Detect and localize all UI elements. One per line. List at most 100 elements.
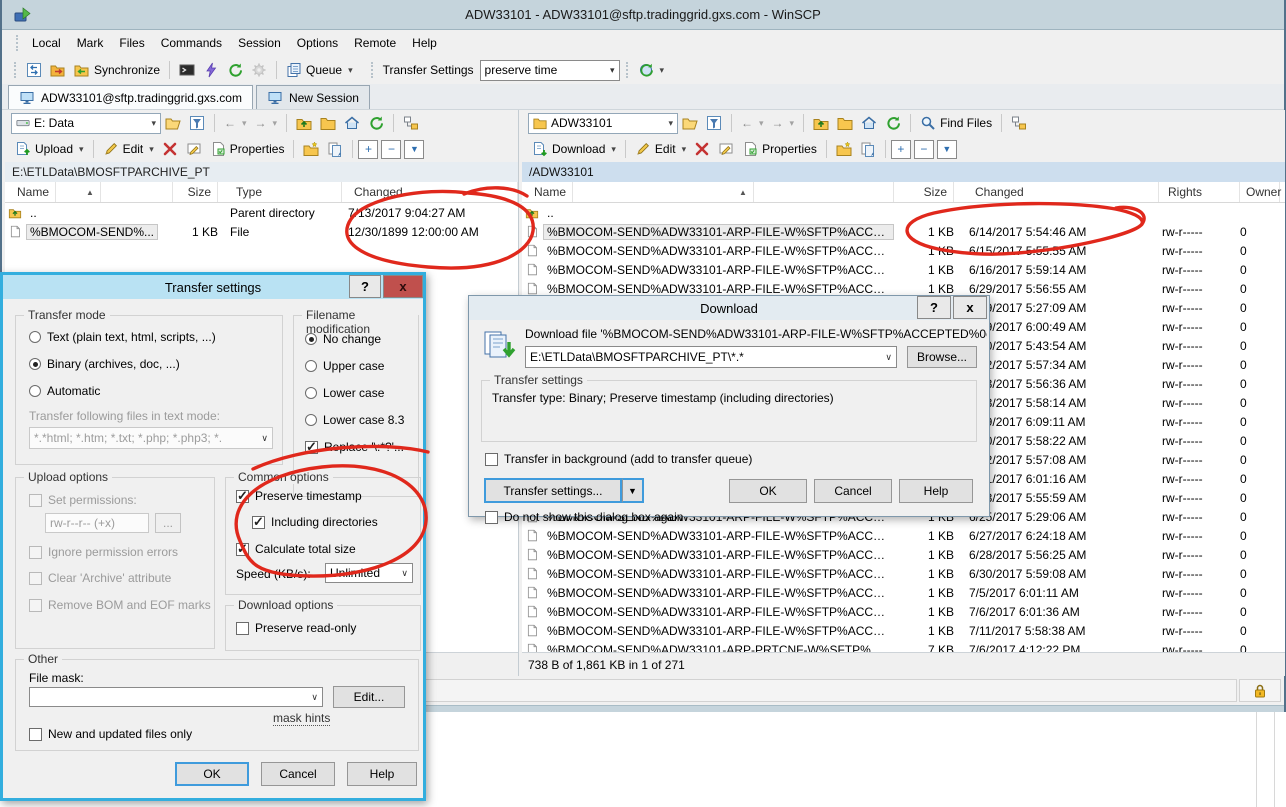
remote-edit-button[interactable]: Edit▾	[631, 138, 690, 160]
remote-delete-button[interactable]	[690, 138, 714, 160]
column-header-name[interactable]: Name▲	[5, 182, 173, 202]
local-new-file-button[interactable]	[323, 138, 347, 160]
download-button[interactable]: Download▾	[528, 138, 620, 160]
checkbox-set-permissions[interactable]: Set permissions:	[29, 493, 137, 507]
close-icon[interactable]: x	[383, 275, 423, 298]
local-new-folder-button[interactable]	[299, 138, 323, 160]
local-selection-filter-button[interactable]: ▼	[404, 140, 424, 159]
browse-button[interactable]: Browse...	[907, 346, 977, 368]
checkbox-clear-archive[interactable]: Clear 'Archive' attribute	[29, 571, 171, 585]
remote-file-row[interactable]: %BMOCOM-SEND%ADW33101-ARP-FILE-W%SFTP%AC…	[522, 222, 1285, 241]
remote-open-directory-button[interactable]	[678, 112, 702, 134]
menu-local[interactable]: Local	[24, 32, 69, 54]
mask-hints-link[interactable]: mask hints	[273, 711, 330, 726]
checkbox-transfer-background[interactable]: Transfer in background (add to transfer …	[485, 452, 752, 466]
remote-home-directory-button[interactable]	[857, 112, 881, 134]
local-back-button[interactable]: ←▾	[220, 113, 251, 133]
local-network-button[interactable]	[399, 112, 423, 134]
menu-files[interactable]: Files	[111, 32, 152, 54]
checkbox-replace-chars[interactable]: Replace '\:*?'...	[305, 440, 404, 454]
target-path-combo[interactable]: E:\ETLData\BMOSFTPARCHIVE_PT\*.*∨	[525, 346, 897, 368]
remote-file-row[interactable]: %BMOCOM-SEND%ADW33101-ARP-FILE-W%SFTP%AC…	[522, 526, 1285, 545]
remote-file-row[interactable]: %BMOCOM-SEND%ADW33101-ARP-PRTCNF-W%SFTP%…	[522, 640, 1285, 652]
help-button[interactable]: ?	[917, 296, 951, 319]
remote-file-row[interactable]: %BMOCOM-SEND%ADW33101-ARP-FILE-W%SFTP%AC…	[522, 564, 1285, 583]
remote-directory-combo[interactable]: ADW33101 ▾	[528, 113, 678, 134]
text-mode-files-combo[interactable]: *.*html; *.htm; *.txt; *.php; *.php3; *.…	[29, 427, 273, 449]
remote-path-bar[interactable]: /ADW33101	[522, 162, 1285, 182]
file-mask-combo[interactable]: ∨	[29, 687, 323, 707]
speed-combo[interactable]: Unlimited∨	[325, 563, 413, 583]
remote-back-button[interactable]: ←▾	[737, 113, 768, 133]
local-open-directory-button[interactable]	[161, 112, 185, 134]
remote-new-file-button[interactable]	[856, 138, 880, 160]
synchronize-put-button[interactable]	[46, 59, 70, 81]
column-header-size[interactable]: Size	[173, 182, 218, 202]
remote-file-row[interactable]: %BMOCOM-SEND%ADW33101-ARP-FILE-W%SFTP%AC…	[522, 545, 1285, 564]
local-unselect-button[interactable]: −	[381, 140, 401, 159]
local-path-bar[interactable]: E:\ETLData\BMOSFTPARCHIVE_PT	[5, 162, 518, 182]
local-file-row[interactable]: %BMOCOM-SEND%... 1 KB File 12/30/1899 12…	[5, 222, 518, 241]
remote-new-folder-button[interactable]	[832, 138, 856, 160]
transfer-settings-split-button[interactable]: Transfer settings...	[484, 478, 622, 503]
local-properties-button[interactable]: Properties	[206, 138, 289, 160]
checkbox-dont-show-again[interactable]: Do not show this dialog box again	[485, 510, 683, 524]
tab-session-adw33101[interactable]: ADW33101@sftp.tradinggrid.gxs.com	[8, 85, 253, 109]
column-header-type[interactable]: Type	[230, 182, 342, 202]
checkbox-preserve-timestamp[interactable]: Preserve timestamp	[236, 489, 362, 503]
remote-filter-button[interactable]	[702, 112, 726, 134]
cancel-button[interactable]: Cancel	[261, 762, 335, 786]
remote-forward-button[interactable]: →▾	[768, 113, 799, 133]
ok-button[interactable]: OK	[175, 762, 249, 786]
remote-parent-directory-button[interactable]	[809, 112, 833, 134]
radio-upper-case[interactable]: Upper case	[305, 359, 384, 373]
remote-rename-button[interactable]	[714, 138, 738, 160]
local-rename-button[interactable]	[182, 138, 206, 160]
transfer-settings-combo[interactable]: preserve time▾	[480, 60, 620, 81]
transfer-settings-dropdown[interactable]: ▼	[622, 478, 644, 503]
remote-unselect-button[interactable]: −	[914, 140, 934, 159]
local-root-directory-button[interactable]	[316, 112, 340, 134]
synchronize-browsing-button[interactable]: ▾	[634, 59, 669, 81]
permissions-browse-button[interactable]: ...	[155, 513, 181, 533]
synchronize-button[interactable]: Synchronize	[70, 59, 164, 81]
close-icon[interactable]: x	[953, 296, 987, 319]
checkbox-remove-bom[interactable]: Remove BOM and EOF marks	[29, 598, 211, 612]
help-button[interactable]: ?	[349, 275, 381, 298]
local-refresh-button[interactable]	[364, 112, 388, 134]
column-header-name[interactable]: Name▲	[522, 182, 894, 202]
menu-options[interactable]: Options	[289, 32, 346, 54]
column-header-changed[interactable]: Changed	[348, 182, 518, 202]
open-console-button[interactable]	[175, 59, 199, 81]
ok-button[interactable]: OK	[729, 479, 807, 503]
local-delete-button[interactable]	[158, 138, 182, 160]
checkbox-new-updated-only[interactable]: New and updated files only	[29, 727, 192, 741]
remote-refresh-button[interactable]	[881, 112, 905, 134]
edit-mask-button[interactable]: Edit...	[333, 686, 405, 708]
remote-file-row[interactable]: %BMOCOM-SEND%ADW33101-ARP-FILE-W%SFTP%AC…	[522, 260, 1285, 279]
remote-file-row[interactable]: %BMOCOM-SEND%ADW33101-ARP-FILE-W%SFTP%AC…	[522, 241, 1285, 260]
column-header-size[interactable]: Size	[894, 182, 954, 202]
queue-button[interactable]: Queue▾	[282, 59, 357, 81]
remote-file-row[interactable]: %BMOCOM-SEND%ADW33101-ARP-FILE-W%SFTP%AC…	[522, 583, 1285, 602]
local-home-directory-button[interactable]	[340, 112, 364, 134]
permissions-field[interactable]: rw-r--r-- (+x)	[45, 513, 149, 533]
radio-lower-case[interactable]: Lower case	[305, 386, 384, 400]
upload-button[interactable]: Upload▾	[11, 138, 88, 160]
checkbox-ignore-permission-errors[interactable]: Ignore permission errors	[29, 545, 178, 559]
remote-selection-filter-button[interactable]: ▼	[937, 140, 957, 159]
remote-file-row[interactable]: %BMOCOM-SEND%ADW33101-ARP-FILE-W%SFTP%AC…	[522, 621, 1285, 640]
column-header-owner[interactable]: Owner	[1240, 182, 1280, 202]
dialog-title-bar[interactable]: Download	[469, 296, 989, 320]
menu-commands[interactable]: Commands	[153, 32, 230, 54]
cancel-button[interactable]: Cancel	[814, 479, 892, 503]
radio-text-mode[interactable]: Text (plain text, html, scripts, ...)	[29, 330, 216, 344]
local-edit-button[interactable]: Edit▾	[99, 138, 158, 160]
tab-new-session[interactable]: New Session	[256, 85, 370, 109]
menu-mark[interactable]: Mark	[69, 32, 112, 54]
menu-session[interactable]: Session	[230, 32, 289, 54]
remote-network-button[interactable]	[1007, 112, 1031, 134]
radio-lower-case-83[interactable]: Lower case 8.3	[305, 413, 404, 427]
remote-file-row[interactable]: %BMOCOM-SEND%ADW33101-ARP-FILE-W%SFTP%AC…	[522, 602, 1285, 621]
local-select-button[interactable]: +	[358, 140, 378, 159]
